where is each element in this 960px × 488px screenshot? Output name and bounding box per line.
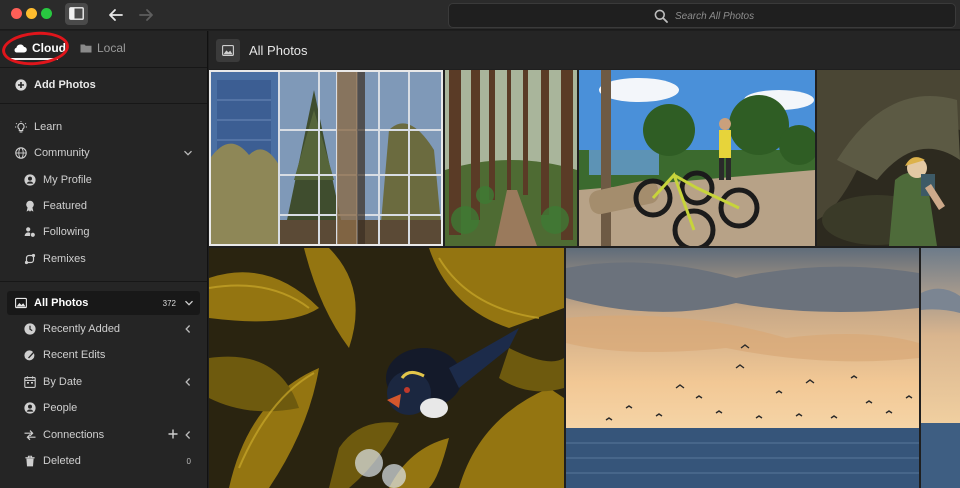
photo-count-badge: 372 — [162, 298, 176, 308]
sidebar-item-by-date[interactable]: By Date — [0, 370, 207, 394]
photo-image — [209, 248, 564, 488]
trash-icon — [25, 455, 35, 467]
ribbon-badge-icon — [26, 200, 34, 212]
photo-icon — [222, 45, 234, 56]
sidebar-item-my-profile[interactable]: My Profile — [0, 168, 207, 192]
magnifier-icon — [654, 9, 668, 23]
divider — [0, 103, 207, 104]
sidebar-item-label: Following — [43, 226, 90, 238]
page-title: All Photos — [249, 43, 308, 58]
sidebar-item-recently-added[interactable]: Recently Added — [0, 317, 207, 341]
photo-image — [445, 70, 577, 246]
search-input[interactable] — [675, 7, 875, 25]
photo-image — [579, 70, 815, 246]
chevron-down-icon[interactable] — [183, 148, 193, 158]
photo-image — [921, 248, 960, 488]
sidebar-item-label: Remixes — [43, 253, 86, 265]
sidebar-toggle-icon — [69, 7, 84, 20]
chevron-left-icon[interactable] — [183, 377, 193, 387]
brush-icon — [24, 350, 35, 361]
divider — [0, 281, 207, 282]
plus-icon[interactable] — [167, 428, 179, 440]
photo-icon — [15, 297, 27, 309]
close-window-button[interactable] — [11, 8, 22, 19]
photo-thumbnail[interactable] — [921, 248, 960, 488]
sidebar: Cloud Local Add Photos Learn Community M… — [0, 29, 208, 488]
main-content: All Photos — [209, 31, 960, 488]
sidebar-item-label: Recently Added — [43, 323, 121, 335]
sidebar-item-learn[interactable]: Learn — [0, 115, 207, 139]
chevron-down-icon[interactable] — [184, 298, 194, 308]
forward-button[interactable] — [136, 5, 156, 25]
sidebar-item-label: Connections — [43, 429, 105, 441]
chevron-left-icon[interactable] — [183, 324, 193, 334]
photo-thumbnail[interactable] — [445, 70, 577, 246]
title-bar — [0, 0, 960, 30]
profile-icon — [24, 174, 36, 186]
calendar-icon — [24, 376, 36, 388]
local-tab-label: Local — [97, 41, 126, 55]
sidebar-item-label: All Photos — [34, 297, 89, 309]
globe-icon — [15, 147, 27, 159]
sidebar-item-label: Deleted — [43, 455, 81, 467]
zoom-window-button[interactable] — [41, 8, 52, 19]
photo-thumbnail[interactable] — [209, 248, 564, 488]
clock-icon — [24, 323, 36, 335]
sidebar-item-label: People — [43, 402, 78, 414]
lightbulb-icon — [15, 121, 27, 133]
chevron-left-icon[interactable] — [183, 430, 193, 440]
folder-icon — [80, 44, 92, 53]
photo-thumbnail[interactable] — [817, 70, 960, 246]
connections-icon — [24, 430, 36, 441]
person-icon — [24, 402, 36, 414]
search-box[interactable] — [448, 3, 956, 28]
photo-thumbnail[interactable] — [566, 248, 919, 488]
minimize-window-button[interactable] — [26, 8, 37, 19]
sidebar-item-label: By Date — [43, 376, 83, 388]
content-header: All Photos — [209, 31, 960, 69]
sidebar-item-featured[interactable]: Featured — [0, 194, 207, 218]
photo-thumbnail[interactable] — [209, 70, 443, 246]
sidebar-item-label: Recent Edits — [43, 349, 106, 361]
local-tab[interactable]: Local — [80, 39, 126, 57]
back-button[interactable] — [106, 5, 126, 25]
sidebar-item-label: Learn — [34, 121, 63, 133]
photo-image — [566, 248, 919, 488]
red-circle-annotation — [0, 29, 71, 68]
add-photos-button[interactable]: Add Photos — [0, 73, 207, 97]
photo-image — [817, 70, 960, 246]
remix-icon — [24, 253, 36, 265]
sidebar-item-remixes[interactable]: Remixes — [0, 247, 207, 271]
add-photos-label: Add Photos — [34, 79, 96, 91]
deleted-count-badge: 0 — [186, 456, 191, 466]
sidebar-item-label: My Profile — [43, 174, 92, 186]
sidebar-item-deleted[interactable]: Deleted 0 — [0, 449, 207, 473]
sidebar-item-label: Featured — [43, 200, 88, 212]
sidebar-item-recent-edits[interactable]: Recent Edits — [0, 343, 207, 367]
divider — [0, 67, 207, 68]
sidebar-item-people[interactable]: People — [0, 396, 207, 420]
sidebar-item-following[interactable]: Following — [0, 220, 207, 244]
photo-image — [209, 70, 443, 246]
forward-arrow-icon — [139, 9, 153, 21]
add-circle-icon — [15, 79, 27, 91]
sidebar-item-community[interactable]: Community — [0, 141, 207, 165]
view-options-button[interactable] — [216, 39, 240, 62]
following-people-icon — [24, 227, 36, 238]
sidebar-item-label: Community — [34, 147, 90, 159]
sidebar-item-connections[interactable]: Connections — [0, 423, 207, 447]
photo-thumbnail[interactable] — [579, 70, 815, 246]
back-arrow-icon — [109, 9, 123, 21]
sidebar-item-all-photos[interactable]: All Photos 372 — [7, 291, 200, 315]
sidebar-toggle-button[interactable] — [65, 3, 88, 25]
